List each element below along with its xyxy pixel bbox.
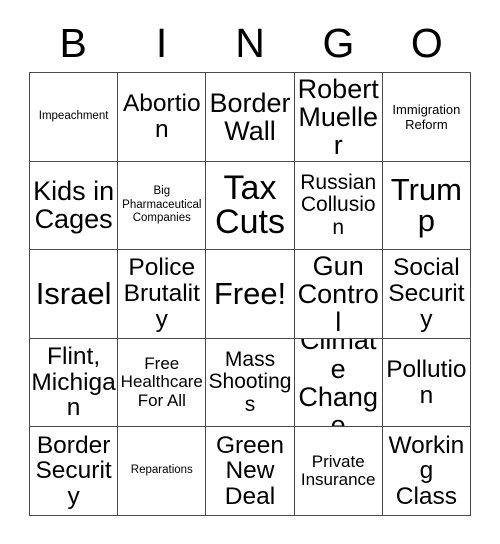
bingo-cell-label: Reparations xyxy=(130,464,193,477)
bingo-cell-g2[interactable]: Russian Collusion xyxy=(294,161,383,251)
bingo-cell-n1[interactable]: Border Wall xyxy=(206,73,295,162)
bingo-cell-label: Big Pharmaceutical Companies xyxy=(122,185,202,225)
bingo-cell-b2[interactable]: Kids in Cages xyxy=(30,161,119,251)
bingo-cell-label: Private Insurance xyxy=(300,451,376,490)
bingo-cell-g4[interactable]: Climate Change xyxy=(294,338,383,428)
bingo-cell-b4[interactable]: Flint, Michigan xyxy=(30,338,119,428)
bingo-cell-label: Trump xyxy=(390,171,462,239)
bingo-cell-b1[interactable]: Impeachment xyxy=(30,73,119,162)
bingo-cell-label: Israel xyxy=(35,276,112,312)
bingo-cell-n2[interactable]: Tax Cuts xyxy=(206,161,295,251)
bingo-card: B I N G O Impeachment Abortion Border Wa… xyxy=(0,0,500,544)
bingo-cell-i5[interactable]: Reparations xyxy=(118,427,207,516)
bingo-cell-o1[interactable]: Immigration Reform xyxy=(382,73,471,162)
bingo-cell-o2[interactable]: Trump xyxy=(382,161,471,251)
bingo-cell-label: Kids in Cages xyxy=(33,176,115,235)
bingo-cell-label: Mass Shootings xyxy=(208,348,292,416)
bingo-cell-label: Gun Control xyxy=(297,250,379,338)
bingo-cell-label: Police Brutality xyxy=(123,254,200,333)
bingo-cell-b5[interactable]: Border Security xyxy=(30,427,119,516)
header-letter-n: N xyxy=(235,19,265,66)
bingo-cell-o5[interactable]: Working Class xyxy=(382,427,471,516)
bingo-cell-b3[interactable]: Israel xyxy=(30,250,119,339)
bingo-cell-i1[interactable]: Abortion xyxy=(118,73,207,162)
bingo-cell-g3[interactable]: Gun Control xyxy=(294,250,383,339)
bingo-cell-label: Robert Mueller xyxy=(297,73,379,160)
bingo-cell-n5[interactable]: Green New Deal xyxy=(206,427,295,516)
bingo-cell-label: Free Healthcare For All xyxy=(120,353,203,410)
bingo-cell-i3[interactable]: Police Brutality xyxy=(118,250,207,339)
bingo-cell-i4[interactable]: Free Healthcare For All xyxy=(118,338,207,428)
bingo-cell-g1[interactable]: Robert Mueller xyxy=(294,73,383,162)
header-letter-i: I xyxy=(155,19,168,66)
bingo-cell-label: Abortion xyxy=(122,90,201,143)
bingo-cell-label: Russian Collusion xyxy=(300,171,377,239)
bingo-cell-label: Flint, Michigan xyxy=(31,343,116,422)
bingo-cell-label: Tax Cuts xyxy=(215,169,285,242)
bingo-cell-n4[interactable]: Mass Shootings xyxy=(206,338,295,428)
bingo-cell-free-space[interactable]: Free! xyxy=(206,250,295,339)
bingo-cell-g5[interactable]: Private Insurance xyxy=(294,427,383,516)
bingo-cell-label: Border Wall xyxy=(209,87,291,146)
bingo-free-space-label: Free! xyxy=(213,276,287,312)
bingo-grid: Impeachment Abortion Border Wall Robert … xyxy=(29,72,471,516)
bingo-cell-i2[interactable]: Big Pharmaceutical Companies xyxy=(118,161,207,251)
bingo-cell-o3[interactable]: Social Security xyxy=(382,250,471,339)
bingo-cell-label: Pollution xyxy=(386,355,467,409)
bingo-header: B I N G O xyxy=(29,14,471,72)
header-letter-o: O xyxy=(410,19,443,66)
bingo-cell-label: Social Security xyxy=(388,254,465,333)
bingo-cell-label: Impeachment xyxy=(38,110,109,123)
bingo-cell-label: Border Security xyxy=(35,431,112,511)
bingo-cell-label: Green New Deal xyxy=(215,431,285,511)
header-letter-g: G xyxy=(322,19,355,66)
bingo-cell-o4[interactable]: Pollution xyxy=(382,338,471,428)
bingo-cell-label: Climate Change xyxy=(298,338,378,428)
bingo-cell-label: Immigration Reform xyxy=(392,101,461,132)
bingo-cell-label: Working Class xyxy=(388,431,465,511)
header-letter-b: B xyxy=(59,19,87,66)
